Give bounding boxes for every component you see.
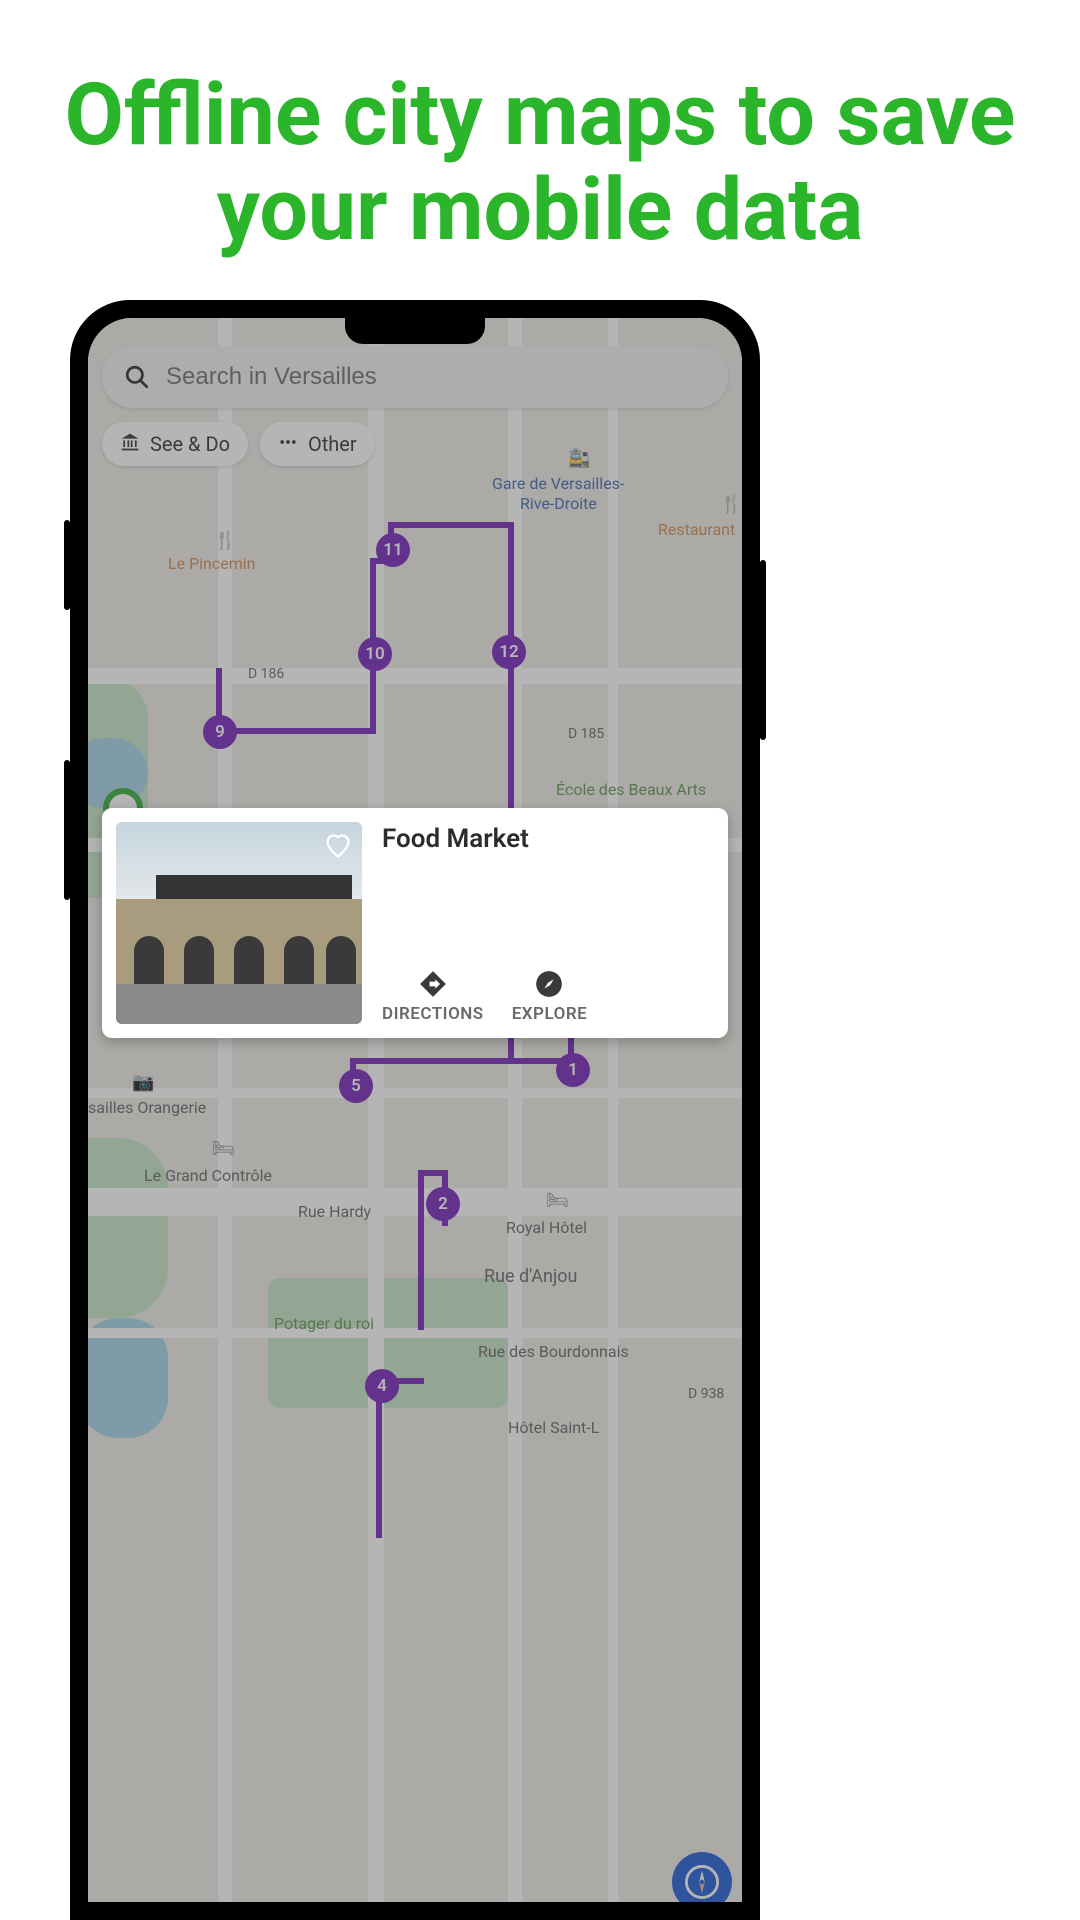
phone-side-button (760, 560, 766, 740)
directions-button[interactable]: DIRECTIONS (382, 970, 484, 1024)
phone-frame: 11 10 12 9 1 5 2 4 🚉 Gare de Versailles-… (70, 300, 760, 1920)
place-photo[interactable] (116, 822, 362, 1024)
action-label: DIRECTIONS (382, 1004, 484, 1024)
promo-headline: Offline city maps to save your mobile da… (0, 0, 1080, 257)
explore-button[interactable]: EXPLORE (512, 970, 588, 1024)
directions-icon (419, 970, 447, 998)
place-info-card: Food Market DIRECTIONS EXPLORE (102, 808, 728, 1038)
action-label: EXPLORE (512, 1004, 588, 1024)
phone-side-button (64, 520, 70, 610)
heart-icon (324, 832, 352, 860)
card-actions: DIRECTIONS EXPLORE (382, 970, 714, 1024)
phone-notch (345, 318, 485, 344)
modal-scrim[interactable] (88, 318, 742, 1902)
explore-icon (535, 970, 563, 998)
phone-side-button (64, 760, 70, 900)
place-title: Food Market (382, 824, 714, 854)
phone-screen: 11 10 12 9 1 5 2 4 🚉 Gare de Versailles-… (88, 318, 742, 1902)
favorite-button[interactable] (324, 832, 352, 864)
card-content: Food Market DIRECTIONS EXPLORE (382, 822, 714, 1024)
